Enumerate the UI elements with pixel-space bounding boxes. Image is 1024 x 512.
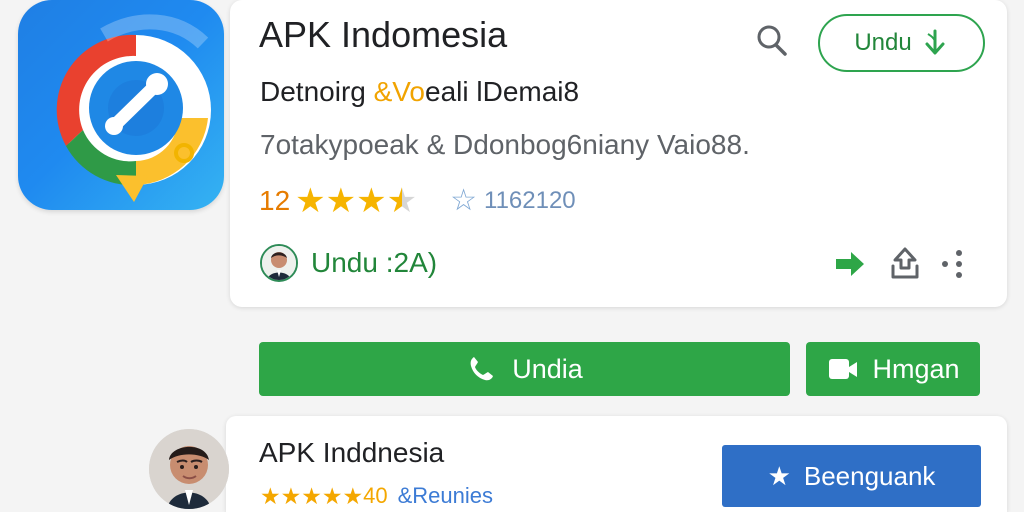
app-rating-row: 12 ★ ★ ★ ★ ☆ 1162120 [259,182,576,220]
download-button[interactable]: Undu [818,14,985,72]
developer-avatar [149,429,229,509]
phone-icon [470,357,494,381]
share-button[interactable] [887,244,923,282]
star-icon: ★ [325,182,357,220]
more-vertical-icon [942,250,962,278]
app-title: APK Indomesia [259,14,508,55]
app-subtitle: Detnoirg &Voeali lDemai8 [260,76,579,108]
download-count-row: Undu :2A) [260,244,437,282]
secondary-action-label: Hmgan [872,353,960,384]
subtitle-prefix: Detnoirg [260,76,374,107]
star-icon: ★ [342,482,364,509]
download-button-label: Undu [854,29,912,56]
star-icon: ★ [767,460,791,491]
developer-rating-number: 40 [363,483,388,508]
search-icon [757,25,787,56]
person-icon [262,246,296,280]
outline-star-icon: ☆ [450,184,477,217]
person-avatar-icon [149,429,229,509]
star-icon: ★ [356,182,387,220]
avatar [260,244,298,282]
more-options-button[interactable] [941,249,967,279]
bookmark-button-label: Beenguank [803,460,936,491]
app-icon [18,0,224,210]
star-icon: ★ [260,482,281,509]
star-icon: ★ [321,482,343,509]
half-star-icon: ★ [386,182,418,220]
star-icon: ★ [280,482,302,509]
star-icon: ★ [301,482,322,509]
developer-reviews-link[interactable]: &Reunies [398,483,493,509]
primary-action-label: Undia [512,353,583,384]
video-icon [829,358,858,379]
forward-button[interactable] [833,248,867,280]
secondary-action-button[interactable]: Hmgan [806,342,980,396]
download-count-label: Undu :2A) [311,247,438,278]
share-icon [891,247,919,279]
primary-action-button[interactable]: Undia [259,342,790,396]
bookmark-button[interactable]: ★ Beenguank [722,445,981,507]
subtitle-suffix: eali lDemai8 [425,76,580,107]
developer-rating-row: ★ ★ ★ ★ ★ 40 &Reunies [260,481,493,511]
developer-name: APK Inddnesia [259,437,445,468]
rating-number: 12 [259,185,291,216]
search-button[interactable] [755,22,789,60]
forward-icon [836,252,864,276]
app-meta-text: 7otakypoeak & Ddonbog6niany Vaio88. [260,129,750,160]
star-icon: ★ [295,182,326,220]
compass-chat-app-icon [56,14,211,202]
download-icon [925,29,945,55]
subtitle-accent: &Vo [373,76,426,107]
review-count: 1162120 [484,187,576,214]
